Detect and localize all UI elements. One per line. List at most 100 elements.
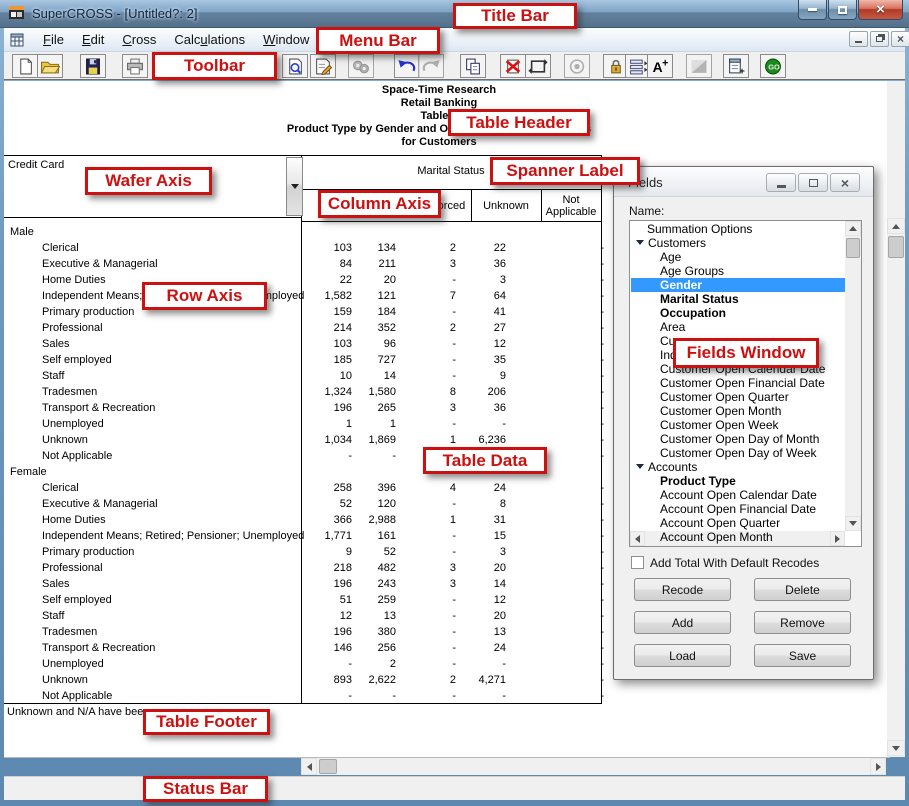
data-cell[interactable]: - xyxy=(460,690,506,702)
data-cell[interactable]: 1,869 xyxy=(354,434,396,446)
row-label[interactable]: Tradesmen xyxy=(42,626,97,638)
data-cell[interactable]: 146 xyxy=(301,642,352,654)
fields-window-title-bar[interactable]: Fields × xyxy=(614,167,873,197)
maximize-button[interactable] xyxy=(828,0,857,20)
data-cell[interactable]: 14 xyxy=(460,578,506,590)
data-cell[interactable]: - xyxy=(510,546,604,558)
data-cell[interactable]: 211 xyxy=(354,258,396,270)
mdi-minimize-button[interactable] xyxy=(849,31,868,47)
data-cell[interactable]: - xyxy=(510,498,604,510)
data-cell[interactable]: 2,988 xyxy=(354,514,396,526)
menu-item-window[interactable]: Window xyxy=(254,29,318,50)
field-item-account-open-month[interactable]: Account Open Month xyxy=(631,530,845,544)
data-cell[interactable]: 2,622 xyxy=(354,674,396,686)
data-cell[interactable]: 2 xyxy=(400,322,456,334)
field-item-age[interactable]: Age xyxy=(631,250,845,264)
data-cell[interactable]: 36 xyxy=(460,402,506,414)
new-document-button[interactable] xyxy=(12,54,38,78)
data-cell[interactable]: 727 xyxy=(354,354,396,366)
table-row[interactable]: Self employed185727-35- xyxy=(4,352,604,368)
field-item-customer-open-month[interactable]: Customer Open Month xyxy=(631,404,845,418)
data-cell[interactable]: 20 xyxy=(460,610,506,622)
row-label[interactable]: Self employed xyxy=(42,594,112,606)
data-cell[interactable]: - xyxy=(510,594,604,606)
scroll-down-button[interactable] xyxy=(887,740,905,756)
data-cell[interactable]: 2 xyxy=(354,658,396,670)
data-cell[interactable]: 1 xyxy=(400,514,456,526)
data-cell[interactable]: - xyxy=(510,514,604,526)
table-row[interactable]: Clerical258396424- xyxy=(4,480,604,496)
data-cell[interactable]: 396 xyxy=(354,482,396,494)
field-item-accounts[interactable]: Accounts xyxy=(631,460,845,474)
table-row[interactable]: Sales10396-12- xyxy=(4,336,604,352)
data-cell[interactable]: - xyxy=(400,354,456,366)
data-cell[interactable]: 243 xyxy=(354,578,396,590)
data-cell[interactable]: - xyxy=(510,386,604,398)
data-cell[interactable]: 1,034 xyxy=(301,434,352,446)
data-cell[interactable]: - xyxy=(400,306,456,318)
remove-button[interactable]: Remove xyxy=(754,611,851,634)
add-report-button[interactable]: + xyxy=(723,54,749,78)
save-button[interactable] xyxy=(80,54,106,78)
data-cell[interactable]: 96 xyxy=(354,338,396,350)
field-item-marital-status[interactable]: Marital Status xyxy=(631,292,845,306)
horizontal-scrollbar[interactable] xyxy=(301,758,886,775)
data-cell[interactable]: 3 xyxy=(400,258,456,270)
fields-vertical-scroll-thumb[interactable] xyxy=(846,238,860,258)
column-header[interactable]: Not Applicable xyxy=(541,190,601,221)
data-cell[interactable]: 134 xyxy=(354,242,396,254)
data-cell[interactable]: 35 xyxy=(460,354,506,366)
mdi-close-button[interactable]: × xyxy=(891,31,909,47)
scroll-up-button[interactable] xyxy=(887,218,905,234)
add-total-checkbox[interactable] xyxy=(631,556,644,569)
field-item-customer-open-quarter[interactable]: Customer Open Quarter xyxy=(631,390,845,404)
data-cell[interactable]: 1,771 xyxy=(301,530,352,542)
field-item-age-groups[interactable]: Age Groups xyxy=(631,264,845,278)
data-cell[interactable]: - xyxy=(510,290,604,302)
data-cell[interactable]: 9 xyxy=(460,370,506,382)
data-cell[interactable]: 22 xyxy=(301,274,352,286)
data-cell[interactable]: 185 xyxy=(301,354,352,366)
calculations-button[interactable] xyxy=(348,54,374,78)
data-cell[interactable]: - xyxy=(301,450,352,462)
data-cell[interactable]: - xyxy=(400,530,456,542)
data-cell[interactable]: 380 xyxy=(354,626,396,638)
fields-maximize-button[interactable] xyxy=(798,173,828,192)
table-row[interactable]: Clerical103134222- xyxy=(4,240,604,256)
data-cell[interactable]: 13 xyxy=(354,610,396,622)
row-label[interactable]: Primary production xyxy=(42,306,134,318)
menu-item-edit[interactable]: Edit xyxy=(73,29,113,50)
transpose-button[interactable] xyxy=(525,54,551,78)
data-cell[interactable]: - xyxy=(400,418,456,430)
data-cell[interactable]: 84 xyxy=(301,258,352,270)
table-row[interactable]: Professional218482320- xyxy=(4,560,604,576)
data-cell[interactable]: - xyxy=(400,594,456,606)
data-cell[interactable]: 27 xyxy=(460,322,506,334)
collapse-arrow-icon[interactable] xyxy=(636,464,644,469)
table-row[interactable]: Tradesmen196380-13- xyxy=(4,624,604,640)
row-label[interactable]: Tradesmen xyxy=(42,386,97,398)
data-cell[interactable]: 36 xyxy=(460,258,506,270)
data-cell[interactable]: - xyxy=(400,498,456,510)
data-cell[interactable]: - xyxy=(510,642,604,654)
field-item-customer-open-day-of-week[interactable]: Customer Open Day of Week xyxy=(631,446,845,460)
data-cell[interactable]: - xyxy=(510,402,604,414)
data-cell[interactable]: 3 xyxy=(400,562,456,574)
data-cell[interactable]: - xyxy=(510,530,604,542)
horizontal-scroll-thumb[interactable] xyxy=(319,759,337,774)
data-cell[interactable]: 3 xyxy=(460,274,506,286)
data-cell[interactable]: - xyxy=(510,626,604,638)
table-row[interactable]: Unknown1,0341,86916,236- xyxy=(4,432,604,448)
row-label[interactable]: Transport & Recreation xyxy=(42,642,155,654)
data-cell[interactable]: - xyxy=(301,690,352,702)
data-cell[interactable]: 184 xyxy=(354,306,396,318)
data-cell[interactable]: - xyxy=(400,690,456,702)
table-row[interactable]: Sales196243314- xyxy=(4,576,604,592)
table-row[interactable]: Staff1213-20- xyxy=(4,608,604,624)
row-label[interactable]: Not Applicable xyxy=(42,450,112,462)
data-cell[interactable]: 482 xyxy=(354,562,396,574)
data-cell[interactable]: 159 xyxy=(301,306,352,318)
data-cell[interactable]: - xyxy=(510,306,604,318)
data-cell[interactable]: 8 xyxy=(460,498,506,510)
row-label[interactable]: Home Duties xyxy=(42,274,106,286)
